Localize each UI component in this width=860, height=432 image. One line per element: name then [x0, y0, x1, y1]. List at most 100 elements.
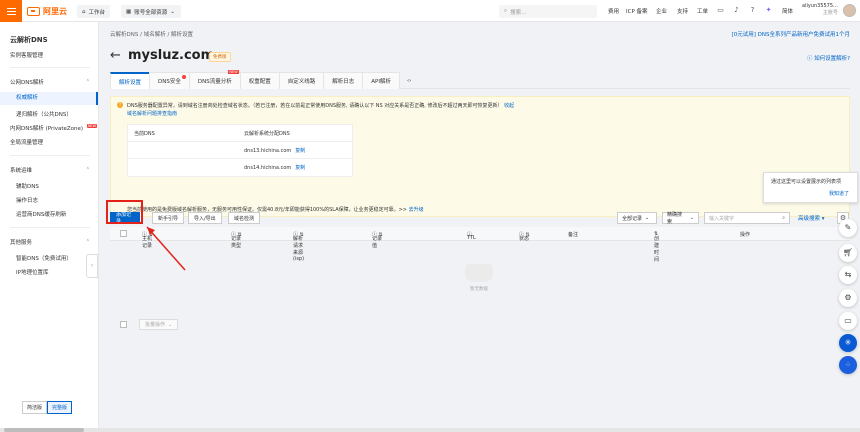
edit-icon[interactable]: ✎ — [839, 219, 857, 237]
user-info[interactable]: aliyun35575... 主账号 — [802, 3, 838, 17]
dns-server-value: dns13.hichina.com — [244, 147, 292, 154]
header-label: 记录值 — [372, 236, 383, 249]
assistant-star-icon[interactable]: ✳ — [839, 334, 857, 352]
sidebar-group-other[interactable]: 其他服务 — [10, 238, 32, 246]
ai-assistant-icon[interactable]: ✦ — [764, 6, 773, 15]
warning-icon: ! — [117, 102, 123, 108]
select-all-checkbox[interactable] — [120, 321, 127, 328]
chevron-up-icon[interactable]: ⌃ — [86, 239, 90, 245]
tab-label: 解析设置 — [119, 79, 142, 86]
record-filter-select[interactable]: 全部记录 ⌄ — [617, 212, 657, 224]
sidebar-item-ip-geo[interactable]: IP地理位置库 — [16, 268, 48, 276]
tab-label: API解析 — [371, 79, 391, 85]
header-label: TTL — [467, 235, 476, 241]
menu-icon[interactable] — [0, 0, 22, 22]
logo-text: 阿里云 — [43, 6, 67, 16]
apps-tiles-icon[interactable]: ⁘ — [839, 356, 857, 374]
promo-link[interactable]: [0元试用] DNS全系列产品新用户免费试用1个月 — [732, 30, 850, 38]
sidebar-group-ops[interactable]: 系统运维 — [10, 166, 32, 174]
tab-resolve-settings[interactable]: 解析设置 — [110, 72, 151, 89]
nav-fees[interactable]: 费用 — [608, 7, 619, 15]
batch-operations-button[interactable]: 批量操作 ⌄ — [139, 319, 179, 330]
sidebar-item-privatezone[interactable]: 内网DNS解析 (PrivateZone) NEW — [10, 124, 98, 132]
select-all-checkbox[interactable] — [120, 230, 127, 237]
sidebar-item-instance[interactable]: 实例客服管理 — [10, 51, 43, 59]
header-created[interactable]: 创建时间 ⇅ — [654, 231, 659, 263]
header-status[interactable]: 状态 ⓘ ⇅ — [519, 231, 530, 242]
keyword-input[interactable]: 输入关键字 ⌕ — [704, 212, 790, 224]
compare-icon[interactable]: ⇆ — [839, 266, 857, 284]
chevron-up-icon[interactable]: ⌃ — [86, 167, 90, 173]
workbench-button[interactable]: ⌂ 工作台 — [77, 5, 111, 18]
tab-api[interactable]: API解析 — [362, 72, 400, 89]
header-isp[interactable]: 解析请求来源(isp) ⓘ ⇅ — [293, 231, 304, 262]
aliyun-logo[interactable]: 阿里云 — [27, 6, 67, 16]
troubleshoot-guide-link[interactable]: 域名解析问题排查指南 — [127, 111, 177, 117]
sidebar: 云解析DNS 实例客服管理 公网DNS解析 ⌃ 权威解析 递归解析（公共DNS）… — [0, 22, 99, 432]
sidebar-group-public-dns[interactable]: 公网DNS解析 — [10, 78, 44, 86]
header-value[interactable]: 记录值 ⓘ ⇅ — [372, 231, 383, 249]
back-arrow-icon[interactable]: ← — [110, 48, 121, 63]
new-badge: NEW — [228, 70, 239, 74]
header-ttl[interactable]: TTL ⓘ — [467, 231, 476, 241]
nav-ticket[interactable]: 工单 — [697, 7, 708, 15]
table-footer: 批量操作 ⌄ — [110, 315, 850, 335]
sidebar-item-smart-dns[interactable]: 智能DNS（免费试用） — [16, 254, 72, 262]
empty-text: 暂无数据 — [470, 287, 488, 292]
terminal-icon[interactable]: ▭ — [716, 6, 725, 15]
scrollbar-thumb[interactable] — [4, 428, 84, 432]
new-guide-button[interactable]: 新手引导 — [152, 212, 185, 224]
resource-scope-select[interactable]: ▦ 账号全部资源 ⌄ — [121, 5, 181, 18]
version-toggle: 简洁版 完整版 — [22, 401, 73, 414]
tab-weight[interactable]: 权重配置 — [239, 72, 280, 89]
help-icon[interactable]: ? — [748, 6, 757, 15]
new-badge: NEW — [86, 124, 98, 128]
copy-button[interactable]: 复制 — [295, 165, 305, 171]
tab-custom-line[interactable]: 自定义线路 — [278, 72, 325, 89]
header-label: 解析请求来源(isp) — [293, 236, 305, 262]
nav-enterprise[interactable]: 企业 — [656, 7, 667, 15]
import-export-button[interactable]: 导入/导出 — [188, 212, 222, 224]
table-header-row: 当前DNS 云解析系统分配DNS — [128, 125, 352, 142]
cart-icon[interactable]: 🛒︎ — [839, 244, 857, 262]
sidebar-item-secondary-dns[interactable]: 辅助DNS — [16, 182, 39, 190]
search-mode-select[interactable]: 精确搜索 ⌄ — [662, 212, 699, 225]
highlight-box — [106, 200, 143, 224]
header-host[interactable]: 主机记录 ⓘ ⇅ — [142, 231, 153, 249]
nav-icp[interactable]: ICP 备案 — [626, 7, 648, 15]
collapse-link[interactable]: 收起 — [504, 103, 514, 109]
settings-gear-icon[interactable]: ⚙ — [839, 289, 857, 307]
sidebar-item-oplog[interactable]: 操作日志 — [16, 196, 38, 204]
nav-support[interactable]: 支持 — [677, 7, 688, 15]
sidebar-item-recursive[interactable]: 递归解析（公共DNS） — [16, 110, 72, 118]
full-version-button[interactable]: 完整版 — [47, 401, 73, 414]
chevron-up-icon[interactable]: ⌃ — [86, 79, 90, 85]
horizontal-scrollbar[interactable] — [0, 428, 860, 432]
avatar[interactable] — [843, 4, 856, 17]
search-icon: ⌕ — [504, 8, 508, 14]
domain-check-button[interactable]: 域名检测 — [228, 212, 261, 224]
page-title: mysluz.com — [128, 48, 215, 63]
feedback-icon[interactable]: ▭ — [839, 312, 857, 330]
tab-dns-security[interactable]: DNS安全 — [149, 72, 190, 89]
sidebar-collapse-button[interactable]: ‹ — [86, 254, 98, 278]
sidebar-item-cache-refresh[interactable]: 运营商DNS缓存刷新 — [16, 210, 66, 218]
sidebar-item-gtm[interactable]: 全局流量管理 — [10, 138, 43, 146]
header-actions: 操作 — [740, 232, 751, 238]
tab-traffic-analysis[interactable]: DNS流量分析 NEW — [188, 70, 241, 89]
header-type[interactable]: 记录类型 ⓘ ⇅ — [231, 231, 242, 249]
copy-button[interactable]: 复制 — [295, 148, 305, 154]
global-search-input[interactable]: ⌕ 搜索... — [499, 5, 597, 18]
howto-link[interactable]: ⓘ 如何设置解析? — [807, 54, 850, 62]
tab-resolve-log[interactable]: 解析日志 — [323, 72, 364, 89]
dns-warning-notice: ! DNS服务器配置异常，请到域名注册商处检查域名状态。（若已注册，若在以前是正… — [110, 96, 850, 217]
bell-icon[interactable]: ♪ — [732, 6, 741, 15]
code-icon[interactable]: ‹› — [399, 72, 419, 89]
dns-server-value: dns14.hichina.com — [244, 165, 292, 171]
advanced-search-link[interactable]: 高级搜索 ▾ — [798, 214, 825, 222]
sidebar-item-authoritative[interactable]: 权威解析 — [0, 92, 98, 105]
tooltip-dismiss-link[interactable]: 我知道了 — [829, 190, 849, 197]
chevron-down-icon: ⌄ — [170, 8, 175, 15]
language-switch[interactable]: 简体 — [782, 7, 793, 15]
simple-version-button[interactable]: 简洁版 — [22, 401, 48, 414]
